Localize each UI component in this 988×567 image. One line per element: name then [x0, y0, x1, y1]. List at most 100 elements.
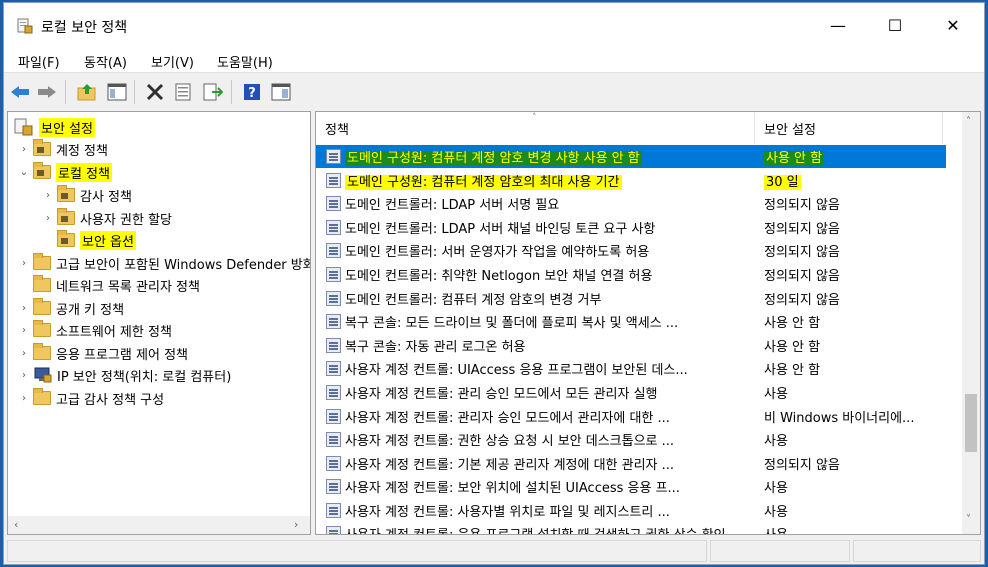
policy-value: 정의되지 않음: [764, 198, 840, 213]
up-folder-icon[interactable]: [76, 82, 98, 102]
policy-row[interactable]: 사용자 계정 컨트롤: 사용자별 위치로 파일 및 레지스트리 ... 사용: [316, 499, 946, 522]
policy-icon: [326, 243, 341, 258]
policy-row[interactable]: 사용자 계정 컨트롤: 기본 제공 관리자 계정에 대한 관리자 ... 정의되…: [316, 452, 946, 475]
expand-icon[interactable]: ›: [18, 144, 30, 155]
tree-item-app-control[interactable]: › 응용 프로그램 제어 정책: [18, 342, 188, 364]
expand-icon[interactable]: ›: [18, 393, 30, 404]
policy-name: 복구 콘솔: 모든 드라이브 및 폴더에 플로피 복사 및 액세스 ...: [345, 316, 679, 331]
menu-view[interactable]: 보기(V): [149, 52, 196, 71]
export-list-icon[interactable]: [202, 82, 224, 102]
tree-item-label: 보안 옵션: [80, 230, 136, 250]
tree-item-label: 로컬 정책: [56, 162, 112, 182]
policy-row[interactable]: 도메인 컨트롤러: 취약한 Netlogon 보안 채널 연결 허용 정의되지 …: [316, 263, 946, 286]
properties-icon[interactable]: [172, 82, 194, 102]
policy-name: 도메인 컨트롤러: LDAP 서버 서명 필요: [345, 198, 560, 213]
maximize-icon: ☐: [887, 15, 903, 35]
ip-security-icon: [34, 367, 52, 383]
toolbar: ?: [4, 76, 984, 108]
expand-icon[interactable]: ›: [42, 190, 54, 201]
policy-icon: [326, 385, 341, 400]
tree-item-label: 고급 감사 정책 구성: [56, 392, 165, 408]
title-bar: 로컬 보안 정책 — ☐ ✕: [4, 3, 984, 47]
tree-item-label: 공개 키 정책: [56, 302, 125, 318]
policy-value: 정의되지 않음: [764, 245, 840, 260]
tree-item-account-policies[interactable]: › 계정 정책: [18, 138, 108, 160]
policy-row[interactable]: 사용자 계정 컨트롤: 보안 위치에 설치된 UIAccess 응용 프... …: [316, 475, 946, 498]
policy-icon: [326, 503, 341, 518]
policy-icon: [326, 291, 341, 306]
help-icon[interactable]: ?: [241, 82, 263, 102]
maximize-button[interactable]: ☐: [866, 3, 924, 47]
tree-item-software-restriction[interactable]: › 소프트웨어 제한 정책: [18, 319, 172, 341]
show-hide-tree-icon[interactable]: [106, 82, 128, 102]
policy-icon: [326, 314, 341, 329]
tree-item-local-policies[interactable]: ⌄ 로컬 정책: [18, 161, 112, 183]
scrollbar-thumb[interactable]: [965, 394, 977, 452]
tree-item-security-options[interactable]: 보안 옵션: [42, 229, 136, 251]
collapse-icon[interactable]: ⌄: [18, 167, 30, 178]
expand-icon[interactable]: ›: [18, 348, 30, 359]
view-icon[interactable]: [270, 82, 292, 102]
policy-list-pane[interactable]: 정책 ˄ 보안 설정 도메인 구성원: 컴퓨터 계정 암호 변경 사항 사용 안…: [315, 111, 981, 535]
policy-icon: [326, 456, 341, 471]
expand-icon[interactable]: ›: [18, 325, 30, 336]
folder-icon: [33, 162, 51, 179]
tree-pane[interactable]: 보안 설정 › 계정 정책 ⌄ 로컬 정책 › 감사 정책 › 사용자 권한 할…: [7, 111, 311, 535]
policy-icon: [326, 361, 341, 376]
tree-item-public-key[interactable]: › 공개 키 정책: [18, 297, 124, 319]
policy-icon: [326, 196, 341, 211]
delete-icon[interactable]: [144, 82, 166, 102]
policy-value: 30 일: [764, 175, 801, 190]
tree-item-defender-firewall[interactable]: › 고급 보안이 포함된 Windows Defender 방화벽: [18, 252, 310, 274]
policy-row[interactable]: 사용자 계정 컨트롤: 관리 승인 모드에서 모든 관리자 실행 사용: [316, 381, 946, 404]
expand-icon[interactable]: ›: [18, 370, 30, 381]
tree-item-user-rights[interactable]: › 사용자 권한 할당: [42, 207, 172, 229]
policy-row[interactable]: 도메인 컨트롤러: LDAP 서버 채널 바인딩 토큰 요구 사항 정의되지 않…: [316, 216, 946, 239]
folder-icon: [33, 343, 51, 360]
policy-row[interactable]: 복구 콘솔: 자동 관리 로그온 허용 사용 안 함: [316, 334, 946, 357]
policy-icon: [326, 409, 341, 424]
policy-row[interactable]: 사용자 계정 컨트롤: UIAccess 응용 프로그램이 보안된 데스... …: [316, 357, 946, 380]
policy-icon: [326, 267, 341, 282]
expand-icon[interactable]: ›: [18, 258, 30, 269]
policy-icon: [326, 479, 341, 494]
tree-horizontal-scrollbar[interactable]: ‹ ›: [8, 516, 310, 534]
tree-item-network-list[interactable]: 네트워크 목록 관리자 정책: [18, 274, 200, 296]
column-header-setting[interactable]: 보안 설정: [755, 112, 943, 144]
tree-item-advanced-audit[interactable]: › 고급 감사 정책 구성: [18, 387, 164, 409]
list-vertical-scrollbar[interactable]: ˄ ˅: [962, 112, 980, 534]
scroll-up-icon[interactable]: ˄: [966, 116, 971, 127]
column-header-policy[interactable]: 정책 ˄: [316, 112, 755, 144]
tree-item-audit-policy[interactable]: › 감사 정책: [42, 184, 132, 206]
back-icon[interactable]: [9, 82, 31, 102]
scroll-left-icon[interactable]: ‹: [14, 518, 18, 531]
policy-value: 정의되지 않음: [764, 293, 840, 308]
policy-row[interactable]: 도메인 구성원: 컴퓨터 계정 암호의 최대 사용 기간 30 일: [316, 169, 946, 192]
policy-value: 비 Windows 바이너리에...: [764, 411, 915, 426]
expand-icon[interactable]: ›: [42, 213, 54, 224]
forward-icon[interactable]: [36, 82, 58, 102]
menu-action[interactable]: 동작(A): [82, 52, 129, 71]
minimize-button[interactable]: —: [809, 3, 867, 47]
policy-name: 사용자 계정 컨트롤: 사용자별 위치로 파일 및 레지스트리 ...: [345, 505, 670, 520]
policy-icon: [326, 220, 341, 235]
policy-row[interactable]: 도메인 컨트롤러: 서버 운영자가 작업을 예약하도록 허용 정의되지 않음: [316, 239, 946, 262]
policy-row[interactable]: 복구 콘솔: 모든 드라이브 및 폴더에 플로피 복사 및 액세스 ... 사용…: [316, 310, 946, 333]
policy-row[interactable]: 사용자 계정 컨트롤: 관리자 승인 모드에서 관리자에 대한 ... 비 Wi…: [316, 405, 946, 428]
close-button[interactable]: ✕: [924, 3, 982, 47]
policy-row[interactable]: 사용자 계정 컨트롤: 권한 상승 요청 시 보안 데스크톱으로 ... 사용: [316, 428, 946, 451]
tree-item-label: 사용자 권한 할당: [80, 212, 172, 228]
policy-row[interactable]: 도메인 구성원: 컴퓨터 계정 암호 변경 사항 사용 안 함 사용 안 함: [316, 145, 946, 168]
scroll-down-icon[interactable]: ˅: [966, 514, 971, 525]
tree-item-ip-security[interactable]: › IP 보안 정책(위치: 로컬 컴퓨터): [18, 364, 231, 386]
policy-name: 도메인 컨트롤러: 취약한 Netlogon 보안 채널 연결 허용: [345, 269, 653, 284]
menu-file[interactable]: 파일(F): [16, 52, 62, 71]
policy-icon: [326, 149, 341, 164]
policy-row[interactable]: 도메인 컨트롤러: 컴퓨터 계정 암호의 변경 거부 정의되지 않음: [316, 287, 946, 310]
tree-root[interactable]: 보안 설정: [14, 116, 95, 138]
scroll-right-icon[interactable]: ›: [294, 518, 298, 531]
expand-icon[interactable]: ›: [18, 303, 30, 314]
policy-row[interactable]: 사용자 계정 컨트롤: 응용 프로그램 설치할 때 검색하고 권한 상승 확인 …: [316, 522, 946, 534]
policy-row[interactable]: 도메인 컨트롤러: LDAP 서버 서명 필요 정의되지 않음: [316, 192, 946, 215]
menu-help[interactable]: 도움말(H): [215, 52, 275, 71]
